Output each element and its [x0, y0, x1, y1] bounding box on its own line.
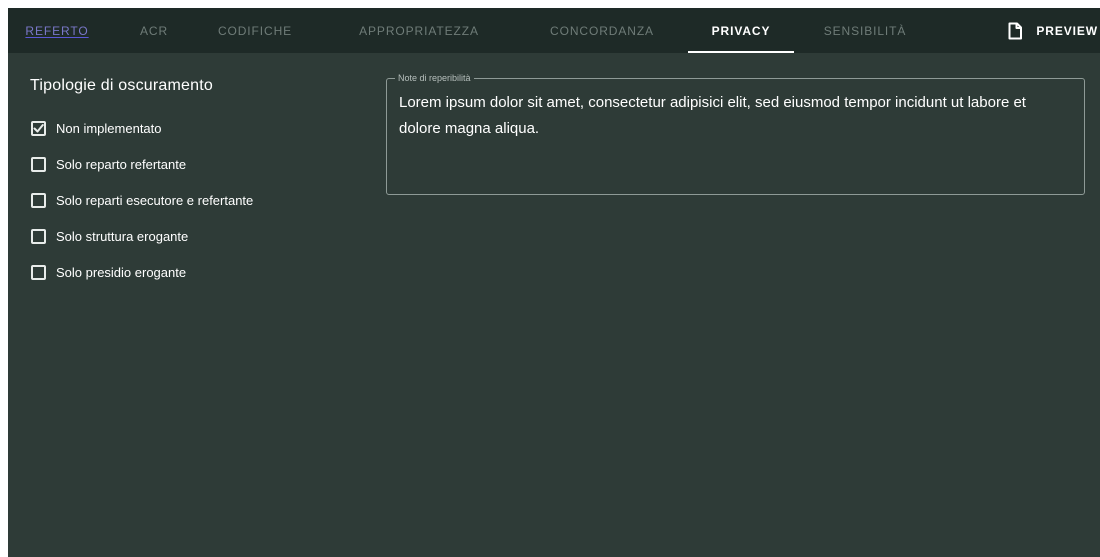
- preview-label: PREVIEW: [1036, 23, 1098, 38]
- checkbox[interactable]: [31, 192, 46, 208]
- preview-button[interactable]: PREVIEW: [1006, 8, 1100, 53]
- obscuring-types-title: Tipologie di oscuramento: [30, 77, 213, 94]
- availability-notes-field[interactable]: Note di reperibilità Lorem ipsum dolor s…: [386, 73, 1085, 195]
- option-solo-struttura-erogante[interactable]: Solo struttura erogante: [31, 226, 188, 246]
- option-label: Solo struttura erogante: [56, 228, 189, 244]
- tab-codifiche[interactable]: CODIFICHE: [208, 8, 302, 53]
- checkbox[interactable]: [31, 264, 46, 280]
- checkbox[interactable]: [31, 156, 46, 172]
- tab-sensibilita[interactable]: SENSIBILITÀ: [808, 8, 922, 53]
- app-frame: REFERTO ACR CODIFICHE APPROPRIATEZZA CON…: [8, 8, 1100, 557]
- option-non-implementato[interactable]: Non implementato: [31, 118, 162, 138]
- option-solo-presidio-erogante[interactable]: Solo presidio erogante: [31, 262, 186, 282]
- option-label: Solo reparto refertante: [56, 156, 187, 172]
- document-icon: [1006, 22, 1024, 40]
- check-icon: [33, 123, 44, 132]
- tab-bar: REFERTO ACR CODIFICHE APPROPRIATEZZA CON…: [8, 8, 1100, 53]
- tab-privacy[interactable]: PRIVACY: [688, 8, 794, 53]
- checkbox[interactable]: [31, 228, 46, 244]
- tab-appropriatezza[interactable]: APPROPRIATEZZA: [338, 8, 500, 53]
- availability-notes-value[interactable]: Lorem ipsum dolor sit amet, consectetur …: [399, 90, 1070, 142]
- tab-referto[interactable]: REFERTO: [25, 8, 88, 53]
- availability-notes-label: Note di reperibilità: [395, 73, 474, 84]
- option-solo-reparto-refertante[interactable]: Solo reparto refertante: [31, 154, 186, 174]
- option-solo-reparti-esecutore-refertante[interactable]: Solo reparti esecutore e refertante: [31, 190, 253, 210]
- option-label: Solo presidio erogante: [56, 264, 187, 280]
- tab-concordanza[interactable]: CONCORDANZA: [532, 8, 672, 53]
- checkbox-checked[interactable]: [31, 120, 46, 136]
- tab-acr[interactable]: ACR: [134, 8, 174, 53]
- option-label: Solo reparti esecutore e refertante: [56, 192, 254, 208]
- option-label: Non implementato: [56, 120, 162, 136]
